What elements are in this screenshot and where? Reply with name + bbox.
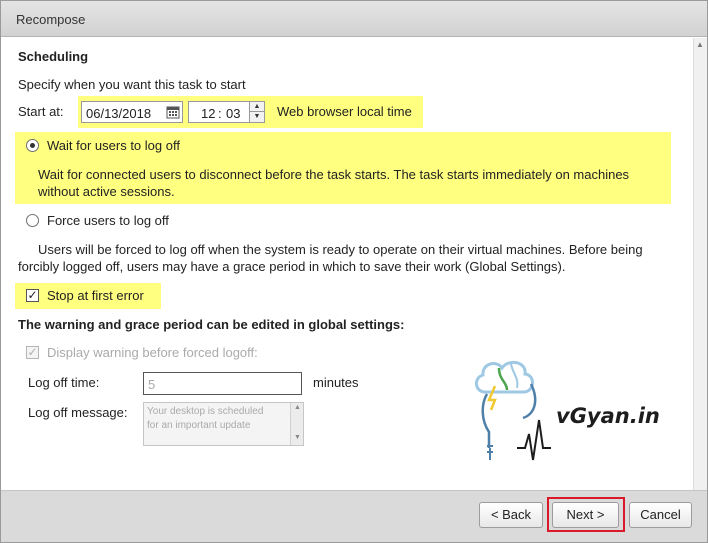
force-label[interactable]: Force users to log off — [47, 213, 169, 228]
logoff-message-textarea[interactable]: Your desktop is scheduled for an importa… — [143, 402, 304, 446]
textarea-scroll-down-icon[interactable]: ▼ — [294, 434, 301, 441]
force-description-2: forcibly logged off, users may have a gr… — [18, 259, 566, 274]
back-button[interactable]: < Back — [479, 502, 543, 528]
timezone-note: Web browser local time — [277, 104, 412, 119]
vgyan-logo-icon — [475, 360, 551, 461]
wait-description-2: without active sessions. — [38, 184, 175, 199]
scroll-up-icon[interactable]: ▲ — [696, 40, 704, 49]
display-warning-checkbox[interactable]: ✓ — [26, 346, 39, 359]
dialog-title: Recompose — [16, 12, 86, 27]
warning-heading: The warning and grace period can be edit… — [18, 317, 405, 332]
time-separator: : — [218, 106, 222, 121]
start-date-value: 06/13/2018 — [86, 106, 152, 121]
dialog-content: Scheduling Specify when you want this ta… — [1, 38, 693, 490]
wait-label[interactable]: Wait for users to log off — [47, 138, 180, 153]
scheduling-instruction: Specify when you want this task to start — [18, 77, 246, 92]
start-date-input[interactable]: 06/13/2018 — [81, 101, 183, 123]
start-time-input[interactable]: 12 : 03 — [188, 101, 250, 123]
time-hour: 12 — [201, 106, 216, 121]
calendar-icon[interactable] — [166, 105, 180, 119]
time-spinner[interactable]: ▲ ▼ — [249, 101, 265, 123]
start-at-label: Start at: — [18, 104, 64, 119]
logoff-message-label: Log off message: — [28, 405, 128, 420]
recompose-dialog: Recompose ▲ Scheduling Specify when you … — [0, 0, 708, 543]
wait-description-1: Wait for connected users to disconnect b… — [38, 167, 630, 182]
force-radio[interactable] — [26, 214, 39, 227]
logoff-message-line2: for an important update — [147, 420, 251, 431]
time-minute: 03 — [226, 106, 241, 121]
vgyan-logo-text: vGyan.in — [556, 404, 660, 428]
logoff-time-value: 5 — [148, 377, 156, 392]
scheduling-heading: Scheduling — [18, 49, 89, 64]
dialog-titlebar: Recompose — [1, 1, 707, 37]
dialog-footer: < Back Next > Cancel — [1, 490, 707, 542]
wait-radio[interactable] — [26, 139, 39, 152]
next-button[interactable]: Next > — [552, 502, 619, 528]
textarea-scrollbar[interactable]: ▲ ▼ — [290, 403, 303, 445]
logoff-time-label: Log off time: — [28, 375, 100, 390]
vertical-scrollbar[interactable]: ▲ — [693, 38, 707, 490]
logoff-time-input[interactable]: 5 — [143, 372, 302, 395]
textarea-scroll-up-icon[interactable]: ▲ — [294, 404, 301, 411]
minutes-label: minutes — [313, 375, 359, 390]
cancel-button[interactable]: Cancel — [629, 502, 692, 528]
stop-error-checkbox[interactable]: ✓ — [26, 289, 39, 302]
spin-down-icon[interactable]: ▼ — [250, 112, 264, 122]
force-description-1: Users will be forced to log off when the… — [38, 242, 643, 257]
stop-error-label[interactable]: Stop at first error — [47, 288, 144, 303]
spin-up-icon[interactable]: ▲ — [250, 102, 264, 112]
display-warning-label: Display warning before forced logoff: — [47, 345, 258, 360]
logoff-message-line1: Your desktop is scheduled — [147, 406, 264, 417]
